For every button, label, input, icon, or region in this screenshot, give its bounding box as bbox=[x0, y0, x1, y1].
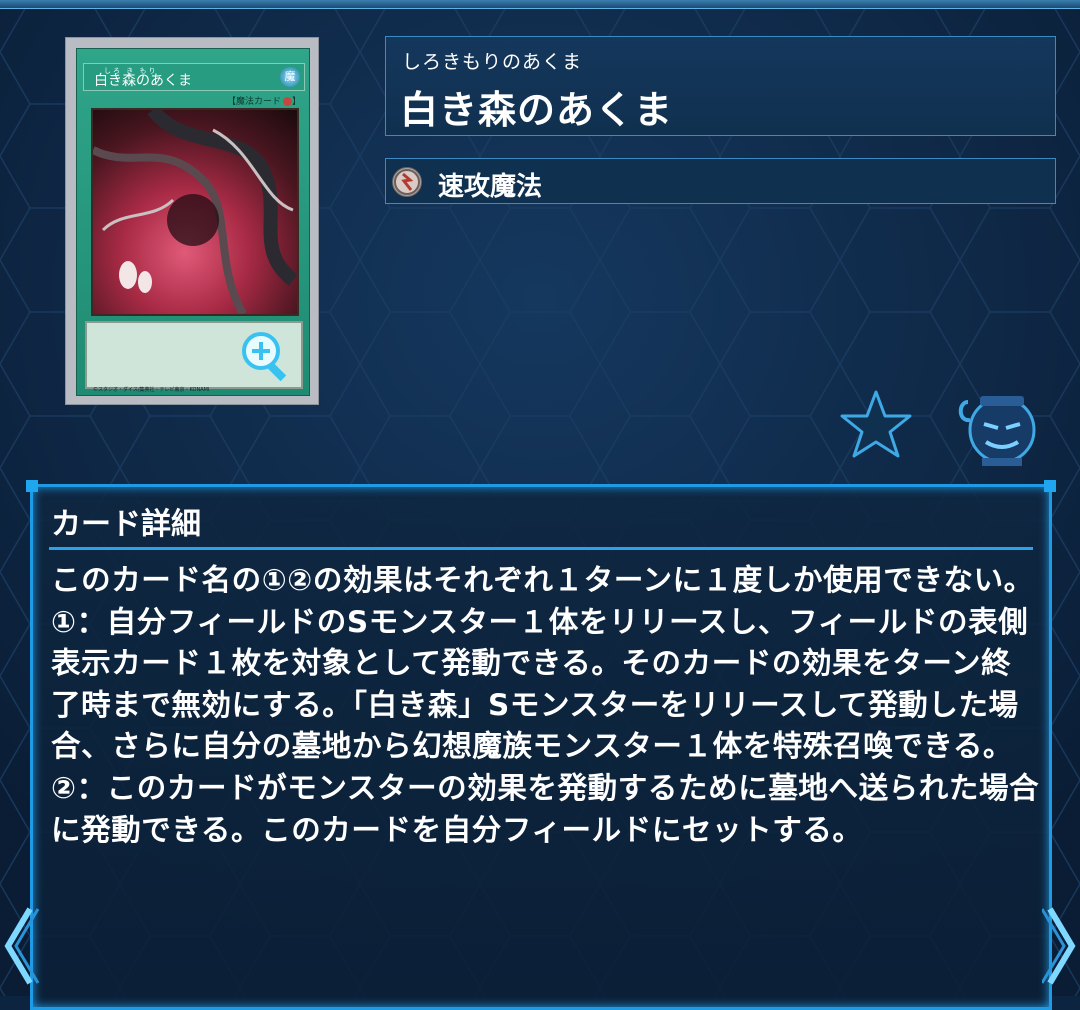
detail-heading: カード詳細 bbox=[51, 507, 201, 542]
card-detail-panel: カード詳細 このカード名の①②の効果はそれぞれ１ターンに１度しか使用できない。 … bbox=[26, 480, 1056, 1010]
detail-divider bbox=[49, 547, 1033, 550]
pot-of-greed-mascot-icon[interactable] bbox=[954, 388, 1038, 468]
card-copyright: ©スタジオ・ダイス/集英社・テレビ東京・KONAMI bbox=[93, 387, 210, 393]
card-effect-text: このカード名の①②の効果はそれぞれ１ターンに１度しか使用できない。 ①：自分フィ… bbox=[51, 563, 1040, 847]
card-attribute-icon: 魔 bbox=[280, 67, 300, 87]
card-type-text: 【魔法カード bbox=[226, 97, 281, 107]
card-title: 白き森のあくま bbox=[400, 88, 674, 132]
card-type-line: 【魔法カード】 bbox=[226, 97, 301, 107]
card-name-panel: しろきもりのあくま 白き森のあくま bbox=[385, 36, 1056, 136]
chevron-left-icon[interactable] bbox=[0, 905, 40, 987]
card-image[interactable]: しろ き もり 白き森のあくま 魔 【魔法カード】 ©スタジオ・ダイス/集英社・… bbox=[66, 38, 318, 404]
card-type-label: 速攻魔法 bbox=[438, 172, 543, 202]
card-name: 白き森のあくま bbox=[94, 73, 192, 89]
quick-play-spell-icon bbox=[392, 167, 422, 197]
star-icon[interactable] bbox=[838, 388, 914, 460]
card-artwork bbox=[91, 108, 299, 316]
quick-play-mini-icon bbox=[282, 97, 292, 106]
zoom-in-icon[interactable] bbox=[235, 325, 295, 385]
artwork-shapes bbox=[93, 110, 297, 314]
card-frame: しろ き もり 白き森のあくま 魔 【魔法カード】 ©スタジオ・ダイス/集英社・… bbox=[76, 48, 310, 396]
chevron-right-icon[interactable] bbox=[1042, 905, 1080, 987]
panel-corner bbox=[26, 480, 38, 492]
card-textbox bbox=[85, 321, 303, 389]
top-strip bbox=[0, 0, 1080, 9]
panel-corner bbox=[1044, 480, 1056, 492]
card-type-panel: 速攻魔法 bbox=[385, 158, 1056, 204]
card-name-bar: しろ き もり 白き森のあくま 魔 bbox=[83, 63, 305, 91]
card-name-ruby: しろきもりのあくま bbox=[402, 51, 583, 73]
